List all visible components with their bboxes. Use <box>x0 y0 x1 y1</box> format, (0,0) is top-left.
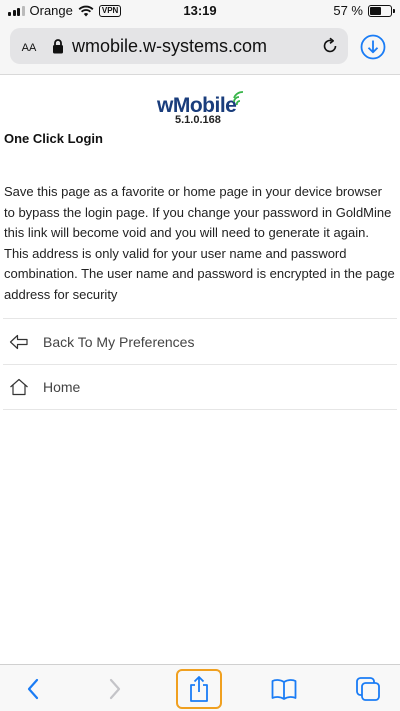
nav-list: Back To My Preferences Home <box>3 318 397 410</box>
reload-icon[interactable] <box>312 37 348 55</box>
nav-label: Home <box>43 379 81 395</box>
wireless-waves-icon <box>233 91 244 106</box>
share-icon[interactable] <box>176 669 222 709</box>
battery-percent: 57 % <box>333 3 363 18</box>
version-label: 5.1.0.168 <box>175 114 221 126</box>
text-size-label: AA <box>21 41 37 54</box>
forward-icon[interactable] <box>96 665 134 711</box>
url-text[interactable]: wmobile.w-systems.com <box>68 36 312 57</box>
nav-item-back-to-preferences[interactable]: Back To My Preferences <box>3 318 397 364</box>
nav-label: Back To My Preferences <box>43 333 195 350</box>
bookmarks-icon[interactable] <box>264 665 304 711</box>
lock-icon <box>48 38 68 54</box>
status-right: 57 % <box>333 3 395 18</box>
back-icon[interactable] <box>14 665 52 711</box>
screen: Orange VPN 13:19 57 % AA wmobile.w-syste <box>0 0 400 711</box>
description-text: Save this page as a favorite or home pag… <box>4 184 395 302</box>
page-title: One Click Login <box>4 131 103 146</box>
status-bar: Orange VPN 13:19 57 % <box>0 0 400 22</box>
back-arrow-icon <box>3 334 36 350</box>
browser-address-area: AA wmobile.w-systems.com <box>0 22 400 75</box>
browser-toolbar <box>0 664 400 711</box>
home-icon <box>3 378 36 396</box>
text-size-button[interactable]: AA <box>10 38 48 55</box>
tabs-icon[interactable] <box>348 665 388 711</box>
battery-level <box>370 6 382 15</box>
download-icon[interactable] <box>360 34 386 60</box>
battery-icon <box>368 4 395 17</box>
nav-item-home[interactable]: Home <box>3 364 397 410</box>
address-bar[interactable]: AA wmobile.w-systems.com <box>10 28 348 64</box>
